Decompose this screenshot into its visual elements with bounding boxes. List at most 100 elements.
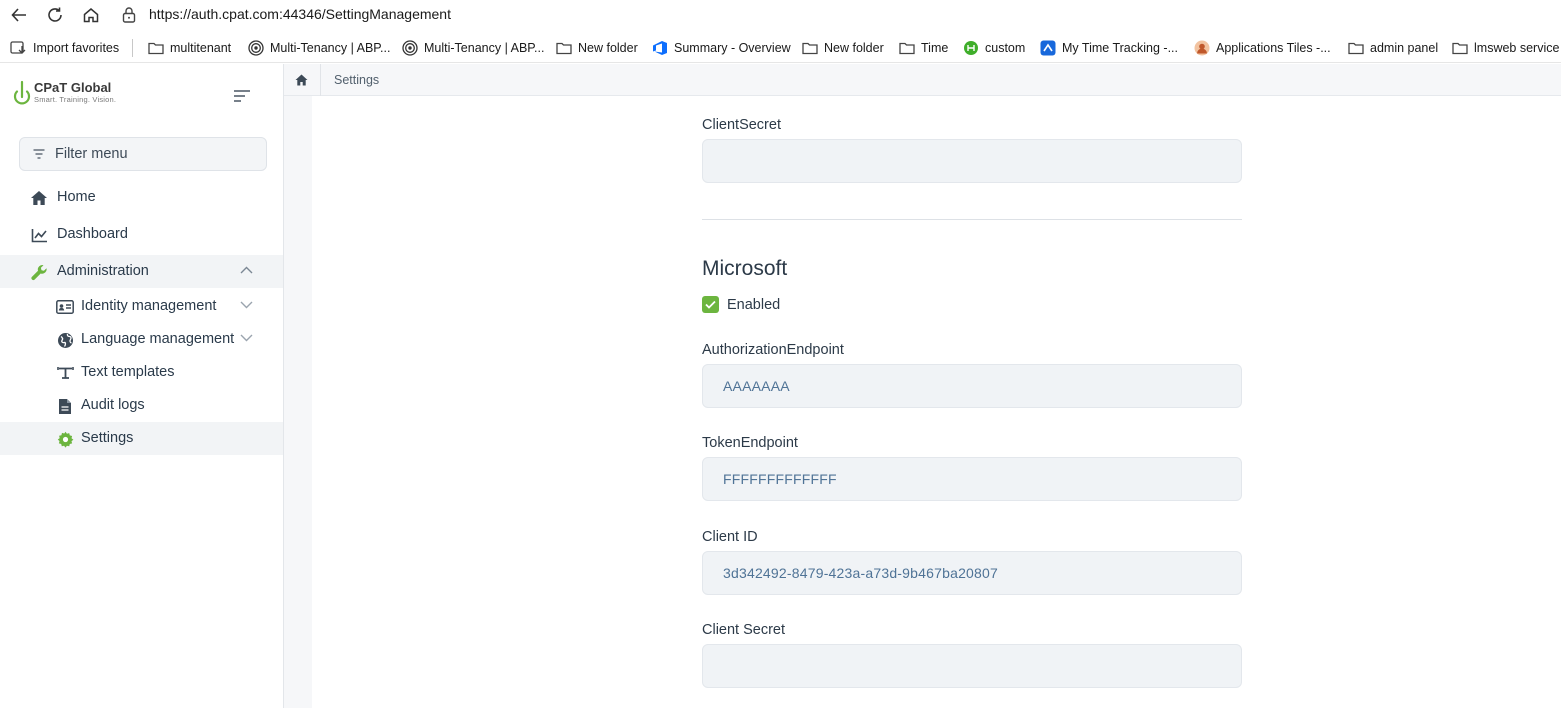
bookmark-label: My Time Tracking -... (1062, 41, 1178, 55)
avatar-icon (1194, 40, 1210, 56)
folder-icon (1452, 42, 1468, 55)
bookmark-multi-tenancy-2[interactable]: Multi-Tenancy | ABP... (402, 40, 544, 56)
sidebar-item-text-templates[interactable]: Text templates (0, 356, 283, 389)
browser-address-bar: https://auth.cpat.com:44346/SettingManag… (0, 0, 1561, 31)
sidebar-item-audit-logs[interactable]: Audit logs (0, 389, 283, 422)
sidebar-item-home[interactable]: Home (0, 181, 283, 214)
chevron-down-icon (240, 301, 253, 309)
token-endpoint-field[interactable]: FFFFFFFFFFFFF (702, 457, 1242, 501)
chart-line-icon (30, 226, 48, 244)
sidebar-item-label: Identity management (81, 298, 217, 314)
gear-icon (56, 430, 74, 448)
bookmark-label: multitenant (170, 41, 232, 55)
breadcrumb-home-icon[interactable] (295, 73, 308, 91)
reload-button[interactable] (43, 3, 67, 27)
sidebar-item-label: Audit logs (81, 397, 145, 413)
url-host: https://auth.cpat.com (149, 6, 279, 22)
sidebar-item-dashboard[interactable]: Dashboard (0, 218, 283, 251)
bookmark-multi-tenancy-1[interactable]: Multi-Tenancy | ABP... (248, 40, 390, 56)
bookmark-applications-tiles[interactable]: Applications Tiles -... (1194, 40, 1331, 56)
folder-icon (899, 42, 915, 55)
bookmark-my-time-tracking[interactable]: My Time Tracking -... (1040, 40, 1178, 56)
bookmark-multitenant[interactable]: multitenant (148, 40, 231, 56)
enabled-checkbox[interactable] (702, 296, 719, 313)
client-secret-label-top: ClientSecret (702, 117, 781, 133)
filter-placeholder: Filter menu (55, 146, 128, 162)
reload-icon (48, 7, 62, 22)
sidebar-item-label: Settings (81, 430, 134, 446)
bookmark-label: Multi-Tenancy | ABP... (424, 41, 545, 55)
azure-devops-icon (653, 41, 667, 55)
url-text[interactable]: https://auth.cpat.com:44346/SettingManag… (149, 6, 451, 22)
folder-icon (148, 42, 164, 55)
bookmark-label: Applications Tiles -... (1216, 41, 1331, 55)
id-card-icon (56, 298, 74, 316)
import-icon (10, 41, 26, 54)
sidebar-item-settings[interactable]: Settings (0, 422, 283, 455)
text-template-icon (56, 364, 74, 382)
custom-icon (964, 41, 978, 55)
bookmark-label: lmsweb service (1474, 41, 1560, 55)
client-id-value: 3d342492-8479-423a-a73d-9b467ba20807 (723, 565, 999, 581)
enabled-label[interactable]: Enabled (727, 297, 780, 313)
sidebar-item-identity-management[interactable]: Identity management (0, 290, 283, 323)
sidebar-item-administration[interactable]: Administration (0, 255, 283, 288)
cpat-logo-icon[interactable] (12, 79, 34, 109)
authorization-endpoint-value: AAAAAAA (723, 378, 790, 394)
token-endpoint-label: TokenEndpoint (702, 435, 798, 451)
client-id-field[interactable]: 3d342492-8479-423a-a73d-9b467ba20807 (702, 551, 1242, 595)
filter-icon (33, 149, 45, 159)
sidebar-item-label: Administration (57, 263, 149, 279)
lock-icon[interactable] (121, 6, 137, 29)
authorization-endpoint-label: AuthorizationEndpoint (702, 342, 844, 358)
bookmark-custom[interactable]: custom (963, 40, 1025, 56)
breadcrumb: Settings (284, 64, 1561, 96)
client-secret-field-top[interactable] (702, 139, 1242, 183)
bookmark-import-favorites[interactable]: Import favorites (10, 40, 119, 56)
menu-toggle-icon[interactable] (233, 89, 251, 103)
bookmark-label: custom (985, 41, 1026, 55)
globe-icon (56, 331, 74, 349)
bookmark-admin-panel[interactable]: admin panel (1348, 40, 1438, 56)
client-secret-label: Client Secret (702, 622, 786, 638)
section-title-microsoft: Microsoft (702, 257, 788, 280)
jira-icon (1040, 40, 1056, 56)
breadcrumb-current: Settings (334, 73, 380, 87)
section-divider (702, 219, 1242, 220)
abp-icon (248, 40, 264, 56)
chevron-up-icon (240, 266, 253, 274)
content-gutter (284, 96, 312, 708)
bookmarks-bar: Import favorites multitenant Multi-Tenan… (0, 33, 1561, 63)
home-icon (30, 189, 48, 207)
abp-icon (402, 40, 418, 56)
home-outline-icon (83, 8, 99, 23)
bookmark-new-folder-2[interactable]: New folder (802, 40, 884, 56)
bookmark-new-folder-1[interactable]: New folder (556, 40, 638, 56)
sidebar-item-language-management[interactable]: Language management (0, 323, 283, 356)
sidebar-item-label: Language management (81, 331, 235, 347)
sidebar-item-label: Text templates (81, 364, 175, 380)
back-button[interactable] (7, 3, 31, 27)
checkmark-icon (705, 300, 716, 309)
folder-icon (1348, 42, 1364, 55)
client-id-label: Client ID (702, 529, 758, 545)
folder-icon (556, 42, 572, 55)
wrench-icon (30, 263, 48, 281)
authorization-endpoint-field[interactable]: AAAAAAA (702, 364, 1242, 408)
sidebar-item-label: Home (57, 189, 96, 205)
bookmark-summary-overview[interactable]: Summary - Overview (652, 40, 791, 56)
bookmark-label: Time (921, 41, 949, 55)
home-button[interactable] (79, 3, 103, 27)
bookmark-label: admin panel (1370, 41, 1439, 55)
bookmark-label: Import favorites (33, 41, 120, 55)
breadcrumb-separator (320, 64, 321, 96)
bookmark-time[interactable]: Time (899, 40, 948, 56)
file-icon (56, 397, 74, 415)
filter-menu-input[interactable]: Filter menu (19, 137, 267, 171)
client-secret-field[interactable] (702, 644, 1242, 688)
logo-title: CPaT Global (34, 80, 112, 95)
bookmark-label: New folder (824, 41, 884, 55)
logo-subtitle: Smart. Training. Vision. (34, 95, 117, 104)
bookmark-lmsweb-service[interactable]: lmsweb service (1452, 40, 1559, 56)
bookmark-label: Summary - Overview (674, 41, 791, 55)
